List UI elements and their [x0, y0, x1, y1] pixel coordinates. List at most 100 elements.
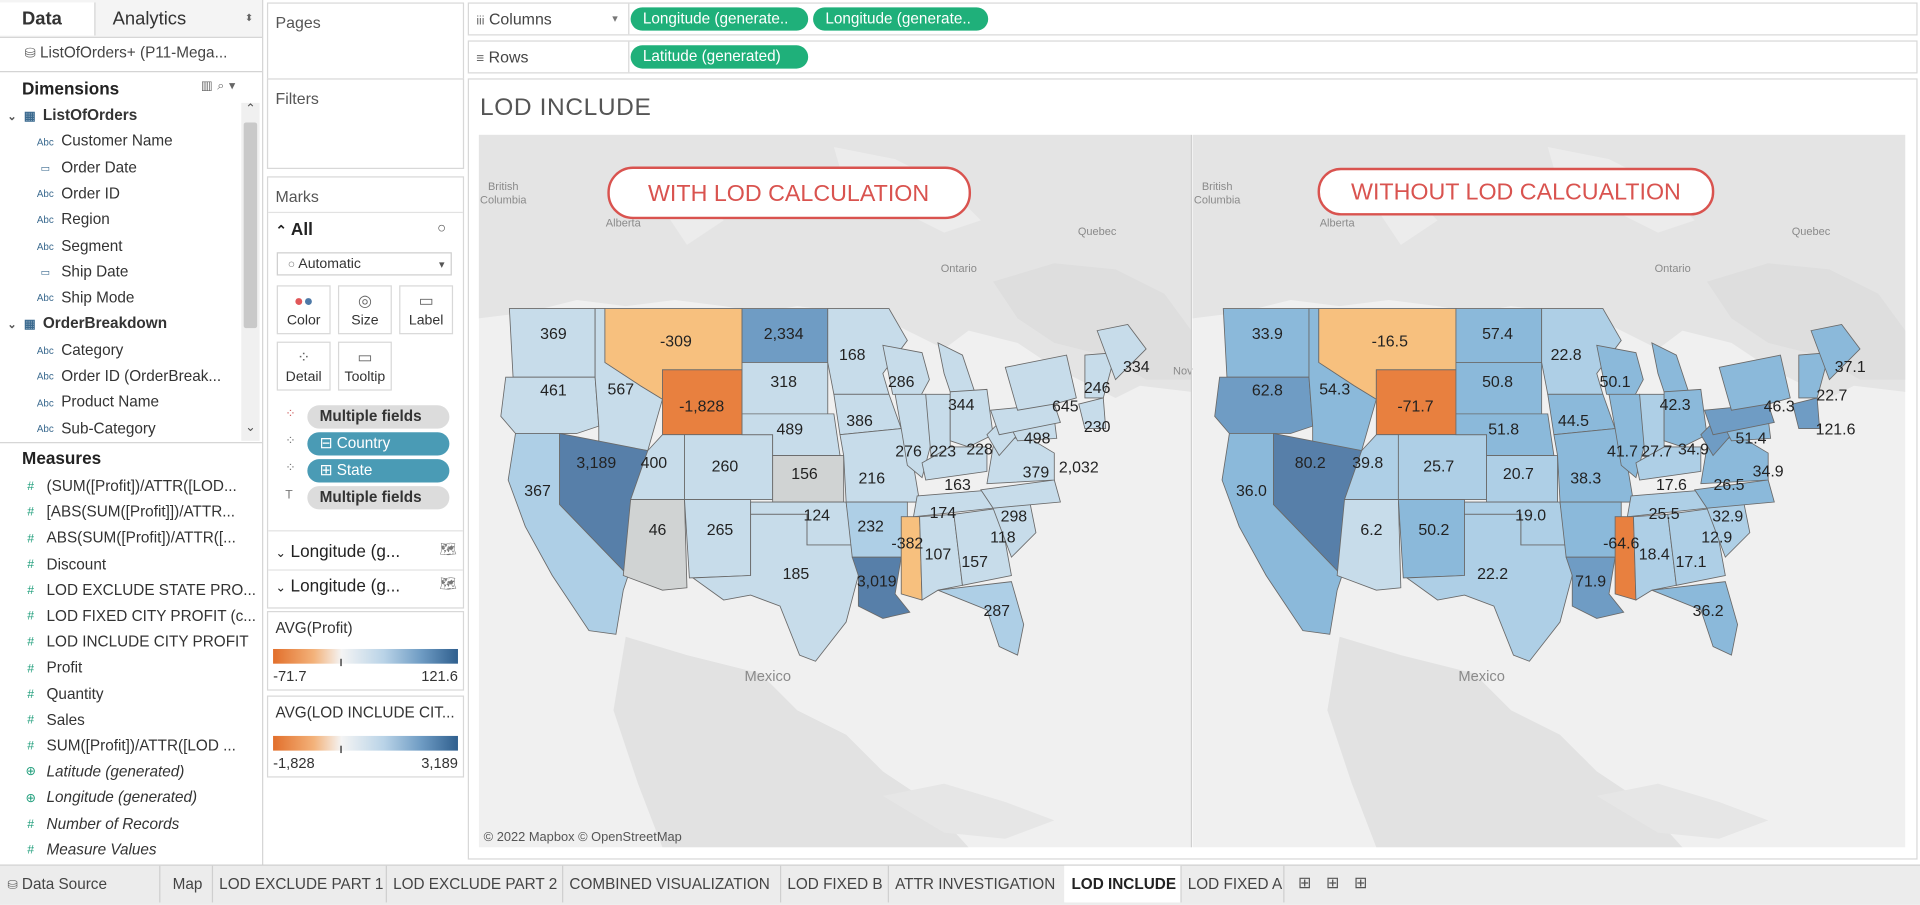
- state-MS[interactable]: [900, 516, 923, 601]
- field-label: Profit: [46, 659, 83, 677]
- dimension-field[interactable]: Abc Order ID (OrderBreak...: [37, 364, 221, 390]
- dimension-tools-icon[interactable]: ▥⌕▾: [201, 80, 240, 93]
- state-pill[interactable]: ⊞ State: [307, 459, 450, 483]
- measure-field[interactable]: # Profit: [22, 656, 255, 682]
- dimension-field[interactable]: Abc Customer Name: [37, 129, 173, 155]
- dimension-field[interactable]: ▭ Order Date: [37, 155, 137, 181]
- dimension-field[interactable]: Abc Ship Mode: [37, 285, 135, 311]
- label-field-pill[interactable]: Multiple fields: [307, 486, 450, 510]
- sheet-tab[interactable]: Map: [165, 865, 214, 903]
- sheet-tab[interactable]: ATTR INVESTIGATION: [888, 865, 1066, 903]
- label-nc: 32.9: [1712, 509, 1743, 526]
- filters-label: Filters: [275, 89, 319, 108]
- field-label: Measure Values: [46, 840, 157, 859]
- pane-menu-icon[interactable]: ⬍: [245, 12, 253, 23]
- calendar-icon: ▭: [40, 162, 50, 174]
- sheet-tab[interactable]: LOD EXCLUDE PART 2: [386, 865, 564, 903]
- label-button[interactable]: ▭ Label: [399, 285, 454, 335]
- measure-field[interactable]: # LOD INCLUDE CITY PROFIT: [22, 630, 255, 656]
- columns-pill-longitude-2[interactable]: Longitude (generate..: [813, 7, 989, 31]
- view-title: LOD INCLUDE: [480, 94, 652, 122]
- dimension-folder[interactable]: ⌄ ▦ ListOfOrders: [7, 103, 137, 129]
- detail-button[interactable]: ⁘ Detail: [276, 341, 331, 391]
- columns-shelf[interactable]: iii Columns ▾ Longitude (generate.. Long…: [467, 2, 1918, 36]
- filters-shelf[interactable]: Filters: [266, 78, 465, 169]
- dimension-field[interactable]: Abc Order ID: [37, 181, 120, 207]
- label-mo: 216: [859, 471, 886, 488]
- label-ne: 489: [777, 422, 804, 439]
- geo-label-quebec: Quebec: [1792, 226, 1831, 238]
- label-wa: 369: [540, 326, 567, 343]
- mark-type-select[interactable]: ○ Automatic ▾: [276, 252, 452, 276]
- measure-field[interactable]: ⊕ Longitude (generated): [22, 785, 255, 811]
- rows-pill-latitude[interactable]: Latitude (generated): [630, 45, 809, 69]
- dimension-field[interactable]: Abc Product Name: [37, 390, 159, 416]
- dimension-field[interactable]: Abc Segment: [37, 233, 123, 259]
- measure-field[interactable]: # ABS(SUM([Profit])/ATTR([...: [22, 526, 255, 552]
- dimensions-scrollbar[interactable]: ⌃ ⌄: [241, 102, 260, 441]
- layer-row-1[interactable]: ⌄ Longitude (g... 🗺: [276, 541, 457, 561]
- layer-row-2[interactable]: ⌄ Longitude (g... 🗺: [276, 576, 457, 596]
- state-MS[interactable]: [1614, 516, 1637, 601]
- dropdown-arrow-icon[interactable]: ▾: [612, 12, 618, 25]
- label-vt: 246: [1084, 380, 1111, 397]
- folder-label: OrderBreakdown: [42, 315, 168, 333]
- dimension-field[interactable]: Abc Region: [37, 207, 110, 233]
- sheet-tab[interactable]: LOD INCLUDE: [1064, 865, 1182, 903]
- measure-field[interactable]: # LOD EXCLUDE STATE PRO...: [22, 578, 254, 604]
- tab-data-source[interactable]: ⛁ Data Source: [0, 865, 161, 903]
- measure-field[interactable]: # LOD FIXED CITY PROFIT (c...: [22, 604, 254, 630]
- new-sheet-icons[interactable]: ⊞⊞⊞: [1298, 873, 1382, 893]
- legend-title: AVG(LOD INCLUDE CIT...: [275, 704, 455, 722]
- state-AZ[interactable]: [622, 499, 688, 591]
- marks-all-row[interactable]: ⌃ All: [276, 219, 313, 239]
- tooltip-button[interactable]: ▭ Tooltip: [337, 341, 392, 391]
- rows-shelf[interactable]: ≡ Rows Latitude (generated): [467, 40, 1918, 74]
- country-pill[interactable]: ⊟ Country: [307, 432, 450, 456]
- color-field-pill[interactable]: Multiple fields: [307, 405, 450, 429]
- map-with-lod[interactable]: British Columbia Alberta Ontario Quebec …: [478, 134, 1193, 848]
- measure-field[interactable]: ⊕ Latitude (generated): [22, 759, 255, 785]
- scroll-thumb[interactable]: [243, 122, 258, 329]
- label-az: 6.2: [1360, 522, 1382, 539]
- label-in: 223: [930, 444, 957, 461]
- label-ar: 232: [857, 518, 884, 535]
- measure-field[interactable]: # Measure Values: [22, 837, 255, 863]
- measure-field[interactable]: # Quantity: [22, 682, 255, 708]
- map-view[interactable]: British Columbia Alberta Ontario Quebec …: [478, 134, 1906, 848]
- sheet-tab[interactable]: LOD FIXED B: [780, 865, 889, 903]
- legend-lod-include[interactable]: AVG(LOD INCLUDE CIT... -1,828 3,189: [266, 695, 465, 778]
- chevron-down-icon: ⌄: [275, 581, 286, 596]
- sheet-tab[interactable]: COMBINED VISUALIZATION: [562, 865, 782, 903]
- columns-icon: iii: [476, 14, 485, 29]
- tab-data[interactable]: Data: [0, 2, 96, 36]
- measure-field[interactable]: # (SUM([Profit])/ATTR([LOD...: [22, 474, 255, 500]
- scroll-down-icon[interactable]: ⌄: [241, 421, 259, 438]
- datasource-row[interactable]: ⛁ ListOfOrders+ (P11-Mega...: [24, 44, 227, 61]
- legend-profit[interactable]: AVG(Profit) -71.7 121.6: [266, 611, 465, 691]
- tab-analytics[interactable]: Analytics: [113, 2, 187, 35]
- sheet-tab[interactable]: LOD FIXED A: [1180, 865, 1285, 903]
- size-button[interactable]: ◎ Size: [337, 285, 392, 335]
- label-in: 27.7: [1641, 444, 1672, 461]
- globe-icon: ⊕: [25, 765, 36, 780]
- dimension-folder[interactable]: ⌄ ▦ OrderBreakdown: [7, 312, 167, 338]
- label-me: 334: [1123, 359, 1150, 376]
- label-nj: 230: [1084, 419, 1111, 436]
- columns-pill-longitude-1[interactable]: Longitude (generate..: [630, 7, 809, 31]
- geo-label-mexico: Mexico: [744, 669, 791, 685]
- state-AZ[interactable]: [1336, 499, 1402, 591]
- measure-field[interactable]: # Discount: [22, 552, 255, 578]
- scroll-up-icon[interactable]: ⌃: [241, 103, 259, 120]
- measure-field[interactable]: # SUM([Profit])/ATTR([LOD ...: [22, 733, 255, 759]
- map-without-lod[interactable]: British Columbia Alberta Ontario Quebec …: [1192, 134, 1906, 848]
- dimension-field[interactable]: Abc Category: [37, 338, 124, 364]
- measure-field[interactable]: # Number of Records: [22, 811, 255, 837]
- sheet-tab[interactable]: LOD EXCLUDE PART 1: [212, 865, 387, 903]
- dimension-field[interactable]: Abc Sub-Category: [37, 416, 156, 441]
- measure-field[interactable]: # [ABS(SUM([Profit]])/ATTR...: [22, 500, 255, 526]
- dimension-field[interactable]: ▭ Ship Date: [37, 259, 129, 285]
- legend-min: -1,828: [273, 754, 315, 772]
- color-button[interactable]: ●● Color: [276, 285, 331, 335]
- measure-field[interactable]: # Sales: [22, 708, 255, 734]
